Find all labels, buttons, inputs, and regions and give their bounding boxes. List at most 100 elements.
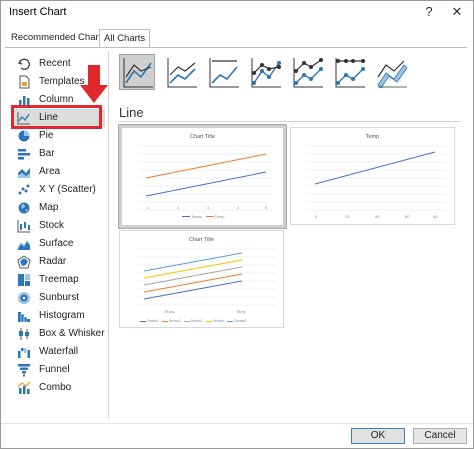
- ok-button[interactable]: OK: [351, 428, 405, 444]
- subtype-stacked-line-with-markers[interactable]: [289, 54, 325, 90]
- sidebar-item-treemap[interactable]: Treemap: [11, 271, 105, 289]
- sidebar-item-label: Box & Whisker: [39, 328, 105, 339]
- preview-1-xtick: 4: [237, 205, 240, 210]
- sidebar-item-scatter[interactable]: X Y (Scatter): [11, 181, 105, 199]
- preview-1-plot: [138, 145, 272, 211]
- preview-1-legend: Texas Temp: [182, 214, 224, 219]
- chart-preview-2[interactable]: Temp 0 20 40 60 80: [290, 127, 455, 225]
- sidebar-item-box-whisker[interactable]: Box & Whisker: [11, 325, 105, 343]
- preview-1-xtick: 2: [177, 205, 180, 210]
- sidebar-item-radar[interactable]: Radar: [11, 253, 105, 271]
- sidebar-item-area[interactable]: Area: [11, 163, 105, 181]
- sidebar-item-label: Templates: [39, 76, 85, 87]
- section-divider: [119, 121, 461, 122]
- sidebar-item-label: Sunburst: [39, 292, 80, 303]
- sidebar-item-label: Recent: [39, 58, 71, 69]
- map-chart-icon: [18, 202, 30, 214]
- preview-1-series-texas: [145, 171, 267, 197]
- sidebar-item-pie[interactable]: Pie: [11, 127, 105, 145]
- help-button[interactable]: ?: [419, 3, 439, 21]
- tab-recommended-charts[interactable]: Recommended Charts: [7, 29, 110, 47]
- preview-1-xtick: 1: [147, 205, 150, 210]
- preview-3-xtick: Temp: [236, 309, 246, 314]
- preview-2-xtick: 80: [433, 214, 438, 219]
- combo-chart-icon: [17, 381, 31, 394]
- subtype-percent-stacked-line-with-markers[interactable]: [331, 54, 367, 90]
- subtype-line-with-markers[interactable]: [247, 54, 283, 90]
- preview-3-xtick: Texas: [164, 309, 175, 314]
- preview-3-plot: [136, 248, 276, 306]
- percent-stacked-line-with-markers-icon: [335, 58, 365, 88]
- sidebar-item-label: X Y (Scatter): [39, 184, 96, 195]
- sidebar-item-histogram[interactable]: Histogram: [11, 307, 105, 325]
- scatter-chart-icon: [18, 184, 30, 195]
- sidebar-item-label: Radar: [39, 256, 67, 267]
- preview-3-series-5: [143, 252, 243, 272]
- sidebar-item-label: Combo: [39, 382, 72, 393]
- preview-2-xtick: 0: [315, 214, 318, 219]
- sidebar-item-surface[interactable]: Surface: [11, 235, 105, 253]
- preview-3-series-4: [143, 259, 243, 279]
- legend-label: Series4: [212, 319, 225, 323]
- subtype-stacked-line[interactable]: [163, 54, 199, 90]
- tab-all-charts[interactable]: All Charts: [99, 29, 151, 48]
- line-with-markers-icon: [251, 58, 281, 88]
- stacked-line-icon: [167, 58, 197, 88]
- box-whisker-chart-icon: [19, 328, 29, 340]
- stock-chart-icon: [17, 220, 30, 233]
- preview-1-xtick: 3: [207, 205, 210, 210]
- preview-2-xtick: 40: [375, 214, 380, 219]
- treemap-chart-icon: [18, 274, 30, 286]
- subtype-percent-stacked-line[interactable]: [205, 54, 241, 90]
- sidebar-item-label: Histogram: [39, 310, 85, 321]
- chart-preview-1[interactable]: Chart Title 1 2 3 4 5 Texas Temp: [118, 124, 287, 229]
- close-button[interactable]: ✕: [447, 3, 467, 21]
- sidebar-item-label: Area: [39, 166, 61, 177]
- cancel-button[interactable]: Cancel: [413, 428, 467, 444]
- preview-3-series-3: [143, 266, 243, 286]
- dialog-title: Insert Chart: [9, 6, 67, 18]
- sunburst-chart-icon: [18, 292, 30, 304]
- histogram-chart-icon: [18, 312, 30, 323]
- sidebar-item-combo[interactable]: Combo: [11, 379, 105, 397]
- sidebar-item-funnel[interactable]: Funnel: [11, 361, 105, 379]
- sidebar-item-label: Treemap: [39, 274, 79, 285]
- insert-chart-dialog: Insert Chart ? ✕ Recommended Charts All …: [0, 0, 474, 449]
- subtype-line[interactable]: [119, 54, 155, 90]
- legend-label: Temp: [214, 214, 225, 219]
- pie-chart-icon: [18, 130, 30, 142]
- sidebar-item-label: Map: [39, 202, 59, 213]
- recent-icon: [18, 58, 30, 70]
- sidebar-item-stock[interactable]: Stock: [11, 217, 105, 235]
- preview-2-xtick: 20: [345, 214, 350, 219]
- subtype-3d-line[interactable]: [373, 54, 409, 90]
- sidebar-item-map[interactable]: Map: [11, 199, 105, 217]
- sidebar-item-label: Pie: [39, 130, 54, 141]
- tab-divider: [5, 47, 467, 48]
- funnel-chart-icon: [18, 364, 30, 377]
- stacked-line-with-markers-icon: [293, 58, 323, 88]
- bar-chart-icon: [18, 149, 30, 160]
- templates-icon: [19, 75, 30, 89]
- sidebar-item-sunburst[interactable]: Sunburst: [11, 289, 105, 307]
- preview-3-legend: Series1 Series2 Series3 Series4 Series5: [140, 319, 246, 323]
- legend-label: Series1: [146, 319, 159, 323]
- preview-3-series-1: [143, 280, 243, 300]
- legend-label: Series3: [190, 319, 203, 323]
- radar-chart-icon: [17, 255, 31, 269]
- line-icon: [123, 58, 153, 88]
- preview-2-xtick: 60: [405, 214, 410, 219]
- sidebar-item-label: Waterfall: [39, 346, 79, 357]
- sidebar-item-label: Column: [39, 94, 74, 105]
- preview-1-xtick: 5: [265, 205, 268, 210]
- red-down-arrow-icon: [80, 65, 108, 103]
- sidebar-item-waterfall[interactable]: Waterfall: [11, 343, 105, 361]
- legend-label: Series5: [234, 319, 247, 323]
- 3d-line-icon: [377, 60, 408, 89]
- sidebar-item-label: Bar: [39, 148, 55, 159]
- preview-2-plot: [307, 145, 447, 211]
- sidebar-item-bar[interactable]: Bar: [11, 145, 105, 163]
- legend-label: Series2: [168, 319, 181, 323]
- chart-preview-3[interactable]: Chart Title Texas Temp Series1 Series2 S…: [119, 230, 284, 328]
- waterfall-chart-icon: [18, 348, 30, 358]
